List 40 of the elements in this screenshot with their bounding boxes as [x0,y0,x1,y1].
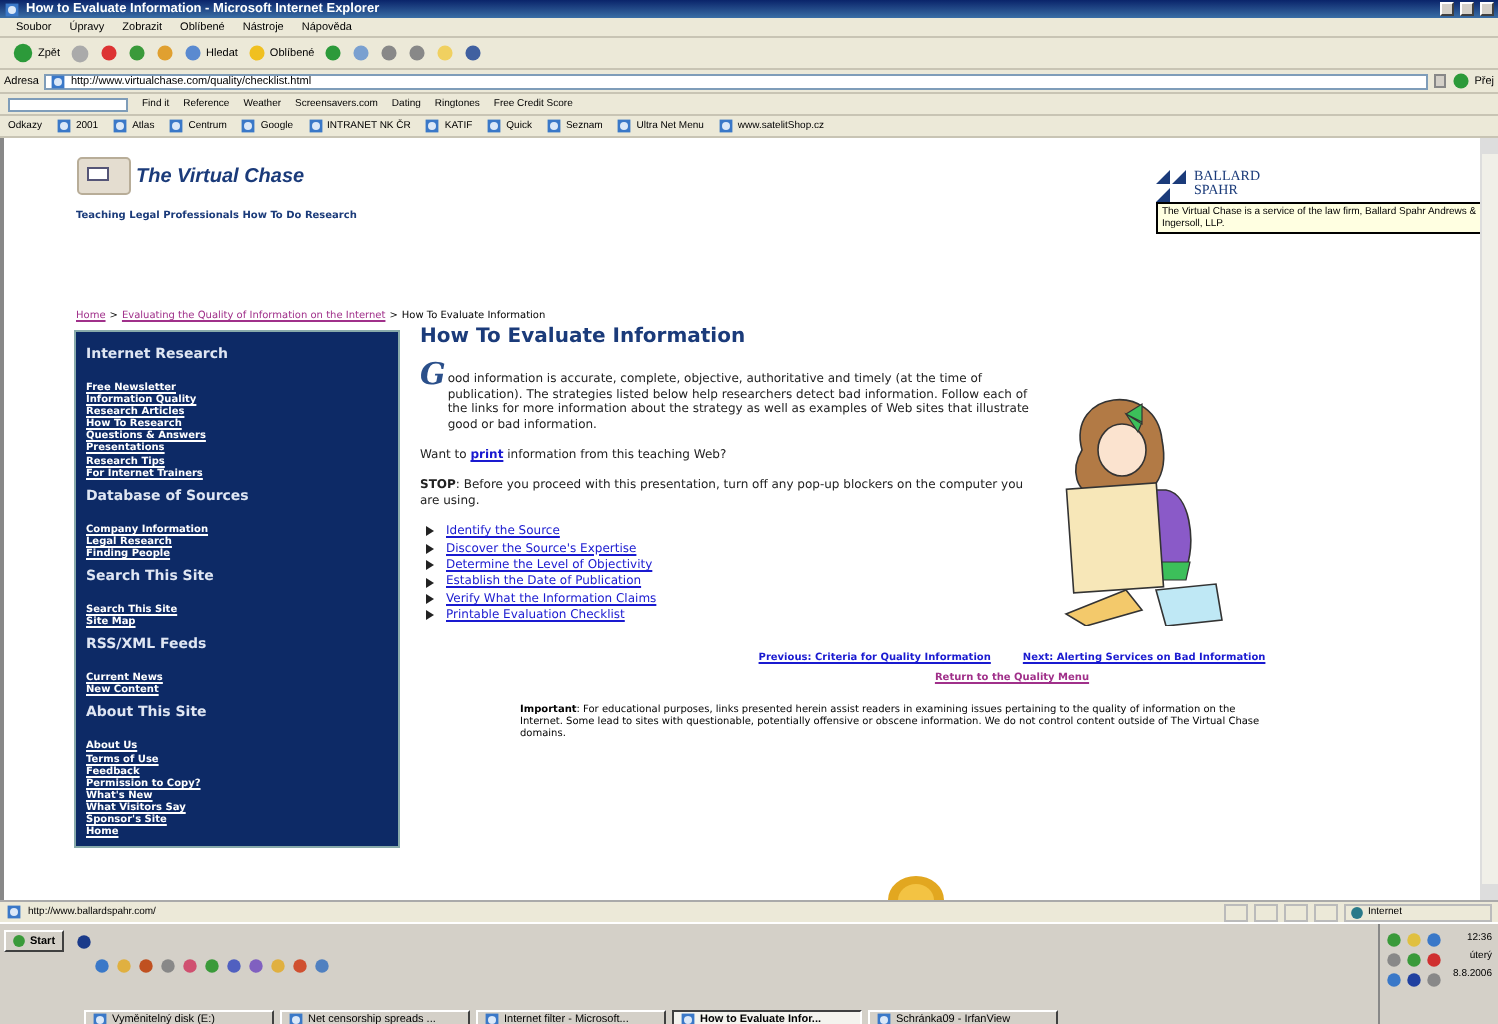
page-icon [717,118,734,134]
status-pane [1254,903,1278,921]
drop-cap: G [420,360,446,391]
bullet-icon [426,594,434,605]
page-title: How To Evaluate Information [420,330,748,345]
status-pane [1314,903,1338,921]
page-icon [424,118,441,134]
page-icon [4,1,20,17]
page-icon [484,1012,500,1024]
page-icon [55,118,72,134]
bullet-icon [426,526,434,537]
page-icon [545,118,562,134]
page-icon [240,118,257,134]
close-button[interactable] [1480,2,1494,16]
coin-drawing [888,876,944,900]
page-icon [307,118,324,134]
page-icon [616,118,633,134]
page-icon [680,1012,696,1024]
site-logo[interactable]: The Virtual Chase [136,165,305,187]
page-icon [168,118,185,134]
page-icon [50,73,67,89]
bullet-icon [426,543,434,554]
status-pane [1224,903,1248,921]
computer-icon [76,154,132,198]
minimize-button[interactable] [1440,2,1454,16]
search-field[interactable] [8,97,128,111]
page-icon [112,118,129,134]
dropdown-button[interactable] [1434,74,1447,88]
page-icon [288,1012,304,1024]
page-icon [486,118,503,134]
page-icon [876,1012,892,1024]
bullet-icon [426,577,434,588]
bullet-icon [426,610,434,621]
status-pane [1284,903,1308,921]
page-icon [92,1012,108,1024]
bullet-icon [426,560,434,571]
maximize-button[interactable] [1460,2,1474,16]
sponsor-logo-icon[interactable] [1155,170,1188,202]
scrollbar[interactable] [1480,138,1498,900]
page-icon [6,904,22,920]
